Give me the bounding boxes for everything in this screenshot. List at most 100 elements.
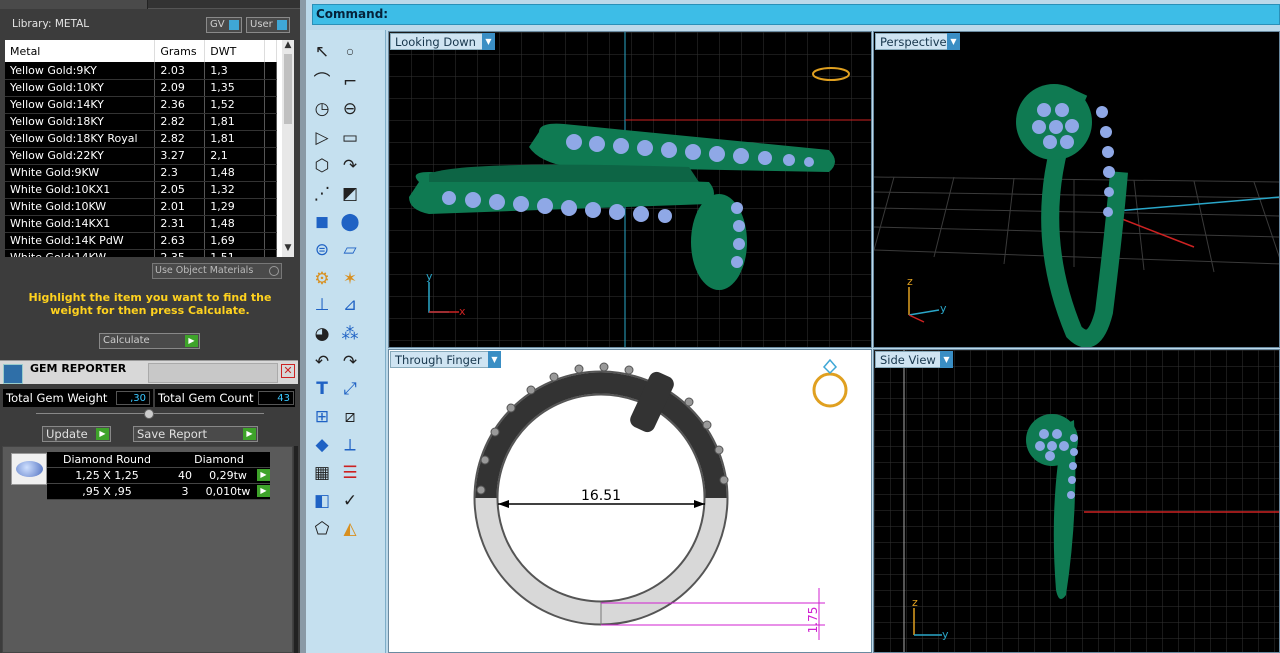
viewport-title[interactable]: Perspective [875,33,953,50]
box-icon[interactable]: ◼ [310,210,334,234]
user-toggle[interactable]: User [246,17,290,33]
scroll-up-icon[interactable]: ▲ [282,40,294,50]
metal-cell-metal: White Gold:9KW [5,164,156,182]
user-checkbox[interactable] [277,20,287,30]
metal-cell-grams: 2.01 [154,198,206,216]
viewport-title[interactable]: Side View [875,351,947,368]
command-bar[interactable]: Command: [312,4,1280,25]
use-object-materials-radio[interactable] [269,266,279,276]
viewport-through-finger[interactable]: 16.51 1.75 Through Finger ▼ [388,349,872,653]
sphere-icon[interactable]: ⬤ [338,210,362,234]
left-panel-scrollbar[interactable] [294,446,298,653]
metal-row[interactable]: Yellow Gold:22KY 3.27 2,1 [5,147,277,165]
viewport-perspective[interactable]: z y Perspective ▼ [873,31,1280,348]
calculate-button[interactable]: Calculate ▶ [99,333,200,349]
gem-slider[interactable] [36,409,264,421]
rectangle-icon[interactable]: ▭ [338,126,362,150]
gv-checkbox[interactable] [229,20,239,30]
metal-row[interactable]: White Gold:9KW 2.3 1,48 [5,164,277,182]
check-icon[interactable]: ✓ [338,489,362,513]
grid-icon[interactable]: ▦ [310,461,334,485]
edit-points-icon[interactable]: ⋰ [310,182,334,206]
viewport-title[interactable]: Looking Down [390,33,488,50]
circle-icon[interactable]: ◷ [310,97,334,121]
slider-knob[interactable] [144,409,154,419]
metal-row[interactable]: Yellow Gold:18KY Royal 2.82 1,81 [5,130,277,148]
gem-row[interactable]: 1,25 X 1,25 40 0,29tw ▶ [47,468,270,484]
metal-cell-spacer [264,62,277,80]
shade-icon[interactable]: ⬠ [310,517,334,541]
panel-tab[interactable] [0,0,148,9]
play-icon[interactable]: ▶ [257,485,270,497]
arc-icon[interactable]: ▷ [310,126,334,150]
metal-row[interactable]: Yellow Gold:9KY 2.03 1,3 [5,62,277,80]
metal-row[interactable]: White Gold:10KW 2.01 1,29 [5,198,277,216]
extrude-icon[interactable]: ⊥ [310,293,334,317]
explode-icon[interactable]: ✶ [338,267,362,291]
polygon-icon[interactable]: ⬡ [310,154,334,178]
group-icon[interactable]: ⊞ [310,405,334,429]
dimension-icon[interactable]: ⟂ [338,433,362,457]
offset-curve-icon[interactable]: ↷ [338,350,362,374]
metal-table-scrollbar[interactable]: ▲ ▼ [282,40,294,257]
gem-count: 40 [178,469,192,482]
fillet-curve-icon[interactable]: ↷ [338,154,362,178]
calculate-hint: Highlight the item you want to find the … [28,291,272,317]
select-arrow-icon[interactable]: ↖ [310,40,334,64]
metal-cell-dwt: 1,51 [204,249,266,257]
gem-reporter-tab[interactable] [148,363,278,383]
viewport-title[interactable]: Through Finger [390,351,492,368]
chevron-down-icon[interactable]: ▼ [488,351,501,368]
metal-row[interactable]: White Gold:10KX1 2.05 1,32 [5,181,277,199]
render-icon[interactable]: ◧ [310,489,334,513]
gv-toggle[interactable]: GV [206,17,242,33]
scale-icon[interactable]: ⤢ [338,377,362,401]
cylinder-icon[interactable]: ⊜ [310,238,334,262]
array-icon[interactable]: ⁂ [338,322,362,346]
plane-icon[interactable]: ▱ [338,238,362,262]
surface-icon[interactable]: ◩ [338,182,362,206]
play-icon[interactable]: ▶ [257,469,270,481]
scroll-down-icon[interactable]: ▼ [282,243,294,253]
gem-row[interactable]: ,95 X ,95 3 0,010tw ▶ [47,484,270,500]
fillet-icon[interactable]: ↶ [310,350,334,374]
gear-icon[interactable]: ⚙ [310,267,334,291]
close-icon[interactable]: ✕ [281,364,295,378]
paint-icon[interactable]: ◭ [338,517,362,541]
point-icon[interactable]: ○ [338,40,362,64]
metal-row[interactable]: Yellow Gold:14KY 2.36 1,52 [5,96,277,114]
metal-row[interactable]: White Gold:14KW2.351,51 [5,249,277,257]
use-object-materials-toggle[interactable]: Use Object Materials [152,263,282,279]
update-button[interactable]: Update ▶ [42,426,111,442]
col-dwt[interactable]: DWT [204,40,266,62]
chevron-down-icon[interactable]: ▼ [947,33,960,50]
chevron-down-icon[interactable]: ▼ [940,351,953,368]
layers-icon[interactable]: ☰ [338,461,362,485]
boolean-icon[interactable]: ◕ [310,322,334,346]
scroll-thumb[interactable] [284,54,292,124]
trim-icon[interactable]: ⊿ [338,293,362,317]
metal-table[interactable]: Metal Grams DWT Yellow Gold:9KY 2.03 1,3 Ye… [5,40,294,257]
metal-row[interactable]: Yellow Gold:10KY 2.09 1,35 [5,79,277,97]
through-finger-canvas: 16.51 1.75 [473,358,848,640]
metal-row[interactable]: White Gold:14KX1 2.31 1,48 [5,215,277,233]
metal-cell-grams: 3.27 [154,147,206,165]
metal-row[interactable]: White Gold:14K PdW 2.63 1,69 [5,232,277,250]
mirror-icon[interactable]: ⧄ [338,405,362,429]
metal-row[interactable]: Yellow Gold:18KY 2.82 1,81 [5,113,277,131]
save-report-button[interactable]: Save Report ▶ [133,426,258,442]
ellipse-icon[interactable]: ⊖ [338,97,362,121]
col-grams[interactable]: Grams [154,40,206,62]
text-icon[interactable]: T [310,377,334,401]
metal-cell-grams: 2.36 [154,96,206,114]
polyline-icon[interactable]: ⌒ [310,70,334,94]
curve-points-icon[interactable]: ⌐ [338,70,362,94]
chevron-down-icon[interactable]: ▼ [482,33,495,50]
metal-cell-spacer [264,147,277,165]
metal-cell-grams: 2.35 [154,249,206,257]
col-metal[interactable]: Metal [5,40,156,62]
viewport-side-view[interactable]: z y Side View ▼ [873,349,1280,653]
play-icon: ▶ [96,428,109,440]
viewport-looking-down[interactable]: y x Looking Down ▼ [388,31,872,348]
cube-icon[interactable]: ◆ [310,433,334,457]
